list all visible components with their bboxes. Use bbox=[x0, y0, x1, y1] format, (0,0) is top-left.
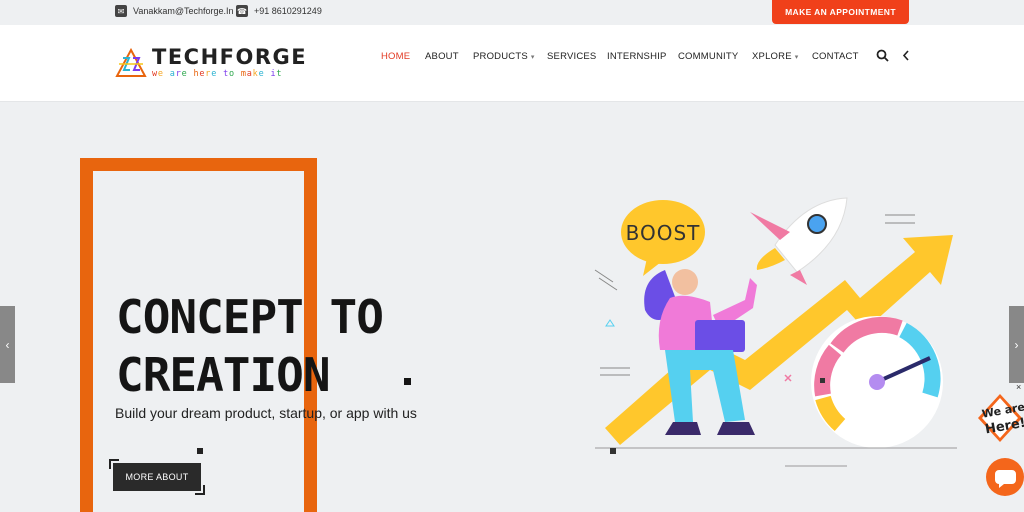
nav-home[interactable]: HOME bbox=[381, 51, 410, 62]
slider-prev-button[interactable]: ‹ bbox=[0, 306, 15, 383]
mail-icon: ✉ bbox=[115, 5, 127, 17]
chevron-down-icon: ▾ bbox=[794, 54, 799, 61]
phone-contact[interactable]: ☎ +91 8610291249 bbox=[236, 5, 322, 17]
hero-subtitle: Build your dream product, startup, or ap… bbox=[115, 405, 417, 421]
nav-xplore[interactable]: XPLORE ▾ bbox=[752, 51, 798, 62]
hero-headline: CONCEPT TO CREATION bbox=[116, 288, 384, 404]
more-about-button[interactable]: MORE ABOUT bbox=[113, 463, 201, 491]
email-contact[interactable]: ✉ Vanakkam@Techforge.In bbox=[115, 5, 234, 17]
nav-xplore-label: XPLORE bbox=[752, 51, 792, 62]
close-icon[interactable]: × bbox=[1016, 382, 1021, 392]
nav-contact[interactable]: CONTACT bbox=[812, 51, 859, 62]
nav-community[interactable]: COMMUNITY bbox=[678, 51, 738, 62]
chevron-right-icon: › bbox=[1014, 337, 1019, 352]
slider-next-button[interactable]: › bbox=[1009, 306, 1024, 383]
search-icon[interactable] bbox=[876, 49, 889, 65]
nav-products[interactable]: PRODUCTS ▾ bbox=[473, 51, 535, 62]
email-text[interactable]: Vanakkam@Techforge.In bbox=[133, 6, 234, 16]
cursor-dot bbox=[404, 378, 411, 385]
chevron-left-icon[interactable] bbox=[902, 49, 910, 65]
nav-services[interactable]: SERVICES bbox=[547, 51, 596, 62]
top-bar: ✉ Vanakkam@Techforge.In ☎ +91 8610291249… bbox=[0, 0, 1024, 25]
phone-text[interactable]: +91 8610291249 bbox=[254, 6, 322, 16]
headline-line-1: CONCEPT TO bbox=[116, 290, 384, 344]
chat-launcher-button[interactable] bbox=[986, 458, 1024, 496]
rocket-icon bbox=[750, 197, 848, 285]
main-navbar: TECHFORGE we are here to make it HOME AB… bbox=[0, 25, 1024, 102]
hero-illustration: BOOST bbox=[594, 197, 957, 467]
we-are-here-badge[interactable]: We are Here! bbox=[976, 392, 1024, 452]
nav-internship[interactable]: INTERNSHIP bbox=[607, 51, 667, 62]
chevron-down-icon: ▾ bbox=[530, 54, 535, 61]
chevron-left-icon: ‹ bbox=[5, 337, 10, 352]
boost-text: BOOST bbox=[626, 221, 701, 245]
nav-contact-label: CONTACT bbox=[812, 51, 859, 62]
nav-home-label: HOME bbox=[381, 51, 411, 62]
nav-about-label: ABOUT bbox=[425, 51, 459, 62]
brand-tagline: we are here to make it bbox=[152, 69, 283, 79]
logo-mark-icon bbox=[115, 48, 147, 77]
phone-icon: ☎ bbox=[236, 5, 248, 17]
nav-about[interactable]: ABOUT bbox=[425, 51, 459, 62]
headline-line-2: CREATION bbox=[116, 348, 331, 402]
logo[interactable]: TECHFORGE we are here to make it bbox=[115, 45, 306, 81]
decorative-square bbox=[197, 448, 203, 454]
brand-name: TECHFORGE bbox=[152, 45, 308, 69]
nav-services-label: SERVICES bbox=[547, 51, 597, 62]
make-appointment-button[interactable]: MAKE AN APPOINTMENT bbox=[772, 0, 909, 24]
nav-internship-label: INTERNSHIP bbox=[607, 51, 667, 62]
chat-bubble-icon bbox=[995, 470, 1016, 488]
nav-community-label: COMMUNITY bbox=[678, 51, 739, 62]
speed-gauge-icon bbox=[811, 316, 943, 448]
nav-products-label: PRODUCTS bbox=[473, 51, 528, 62]
